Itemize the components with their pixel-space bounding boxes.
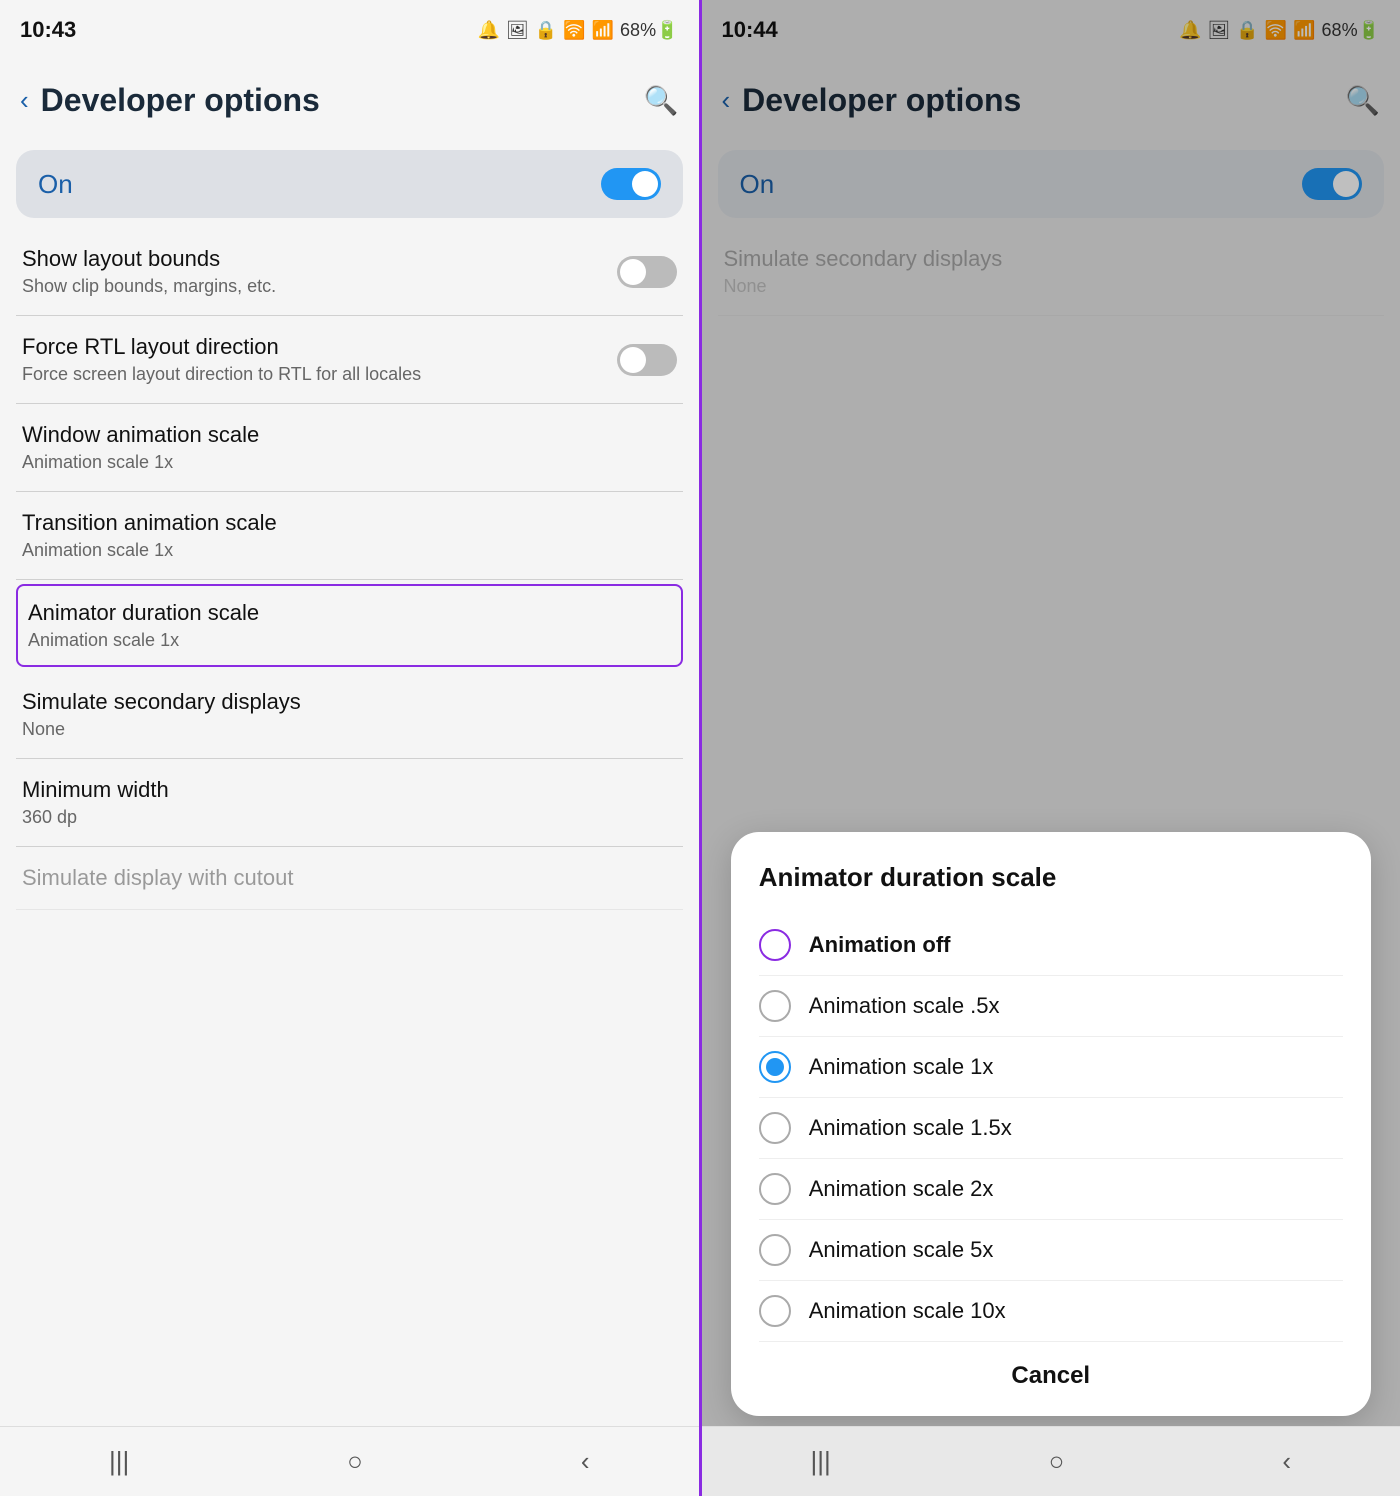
left-phone: 10:43 🔔 🖼 🔒 🛜 📶 68%🔋 ‹ Developer options… <box>0 0 699 1496</box>
nav-home-icon-r[interactable]: ○ <box>1049 1446 1065 1477</box>
on-toggle-left[interactable] <box>601 168 661 200</box>
radio-label-2x: Animation scale 2x <box>809 1176 994 1202</box>
right-phone-content: 10:44 🔔 🖼 🔒 🛜 📶 68%🔋 ‹ Developer options… <box>702 0 1400 1496</box>
setting-title: Transition animation scale <box>22 510 677 536</box>
on-label-left: On <box>38 169 73 200</box>
search-icon-left[interactable]: 🔍 <box>644 84 679 117</box>
radio-circle-1x[interactable] <box>759 1051 791 1083</box>
cancel-button[interactable]: Cancel <box>759 1342 1343 1396</box>
radio-label-05x: Animation scale .5x <box>809 993 1000 1019</box>
dialog-overlay: Animator duration scale Animation off An… <box>702 0 1400 1496</box>
radio-circle-10x[interactable] <box>759 1295 791 1327</box>
status-time-left: 10:43 <box>20 17 76 43</box>
setting-simulate-secondary[interactable]: Simulate secondary displays None <box>16 671 683 759</box>
radio-circle-2x[interactable] <box>759 1173 791 1205</box>
radio-label-1x: Animation scale 1x <box>809 1054 994 1080</box>
setting-title: Animator duration scale <box>28 600 671 626</box>
radio-option-10x[interactable]: Animation scale 10x <box>759 1281 1343 1342</box>
nav-recent-icon-r[interactable]: ||| <box>810 1446 830 1477</box>
signal-icon: 📶 <box>592 20 614 41</box>
status-icons-left: 🔔 🖼 🔒 🛜 📶 68%🔋 <box>478 20 679 41</box>
setting-transition-animation[interactable]: Transition animation scale Animation sca… <box>16 492 683 580</box>
nav-back-icon-r[interactable]: ‹ <box>1282 1446 1291 1477</box>
setting-title: Force RTL layout direction <box>22 334 605 360</box>
radio-circle-05x[interactable] <box>759 990 791 1022</box>
nav-recent-icon[interactable]: ||| <box>109 1446 129 1477</box>
setting-subtitle: Show clip bounds, margins, etc. <box>22 276 276 297</box>
radio-circle-off[interactable] <box>759 929 791 961</box>
status-bar-left: 10:43 🔔 🖼 🔒 🛜 📶 68%🔋 <box>0 0 699 60</box>
setting-window-animation[interactable]: Window animation scale Animation scale 1… <box>16 404 683 492</box>
radio-option-1x[interactable]: Animation scale 1x <box>759 1037 1343 1098</box>
setting-subtitle: None <box>22 719 677 740</box>
nav-back-icon[interactable]: ‹ <box>581 1446 590 1477</box>
setting-title: Minimum width <box>22 777 677 803</box>
setting-title: Window animation scale <box>22 422 677 448</box>
setting-title: Show layout bounds <box>22 246 276 272</box>
setting-show-layout-bounds[interactable]: Show layout bounds Show clip bounds, mar… <box>16 228 683 316</box>
radio-circle-5x[interactable] <box>759 1234 791 1266</box>
radio-label-10x: Animation scale 10x <box>809 1298 1006 1324</box>
toggle-show-layout[interactable] <box>617 256 677 288</box>
setting-animator-duration[interactable]: Animator duration scale Animation scale … <box>16 584 683 667</box>
radio-label-5x: Animation scale 5x <box>809 1237 994 1263</box>
setting-title: Simulate display with cutout <box>22 865 677 891</box>
toggle-force-rtl[interactable] <box>617 344 677 376</box>
setting-title: Simulate secondary displays <box>22 689 677 715</box>
setting-subtitle: Animation scale 1x <box>22 452 677 473</box>
lock-icon: 🔒 <box>535 20 557 41</box>
back-button-left[interactable]: ‹ <box>20 85 29 116</box>
radio-option-15x[interactable]: Animation scale 1.5x <box>759 1098 1343 1159</box>
animator-duration-dialog: Animator duration scale Animation off An… <box>731 832 1371 1416</box>
radio-option-5x[interactable]: Animation scale 5x <box>759 1220 1343 1281</box>
settings-list-left: Show layout bounds Show clip bounds, mar… <box>0 228 699 1426</box>
setting-force-rtl[interactable]: Force RTL layout direction Force screen … <box>16 316 683 404</box>
header-left: ‹ Developer options 🔍 <box>0 60 699 140</box>
on-toggle-row-left[interactable]: On <box>16 150 683 218</box>
setting-subtitle: Animation scale 1x <box>22 540 677 561</box>
setting-subtitle: 360 dp <box>22 807 677 828</box>
battery-icon: 68%🔋 <box>620 20 678 41</box>
dialog-title: Animator duration scale <box>759 862 1343 893</box>
radio-label-off: Animation off <box>809 932 951 958</box>
bottom-nav-right: ||| ○ ‹ <box>702 1426 1400 1496</box>
setting-subtitle: Force screen layout direction to RTL for… <box>22 364 605 385</box>
radio-option-2x[interactable]: Animation scale 2x <box>759 1159 1343 1220</box>
radio-circle-15x[interactable] <box>759 1112 791 1144</box>
bottom-nav-left: ||| ○ ‹ <box>0 1426 699 1496</box>
wifi-icon: 🛜 <box>563 20 585 41</box>
radio-option-05x[interactable]: Animation scale .5x <box>759 976 1343 1037</box>
nav-home-icon[interactable]: ○ <box>347 1446 363 1477</box>
page-title-left: Developer options <box>41 82 644 119</box>
notification-icon: 🔔 <box>478 20 500 41</box>
radio-label-15x: Animation scale 1.5x <box>809 1115 1012 1141</box>
setting-subtitle: Animation scale 1x <box>28 630 671 651</box>
right-phone: 10:44 🔔 🖼 🔒 🛜 📶 68%🔋 ‹ Developer options… <box>702 0 1400 1496</box>
radio-option-animation-off[interactable]: Animation off <box>759 915 1343 976</box>
setting-minimum-width[interactable]: Minimum width 360 dp <box>16 759 683 847</box>
image-icon: 🖼 <box>506 20 529 41</box>
setting-partial: Simulate display with cutout <box>16 847 683 910</box>
